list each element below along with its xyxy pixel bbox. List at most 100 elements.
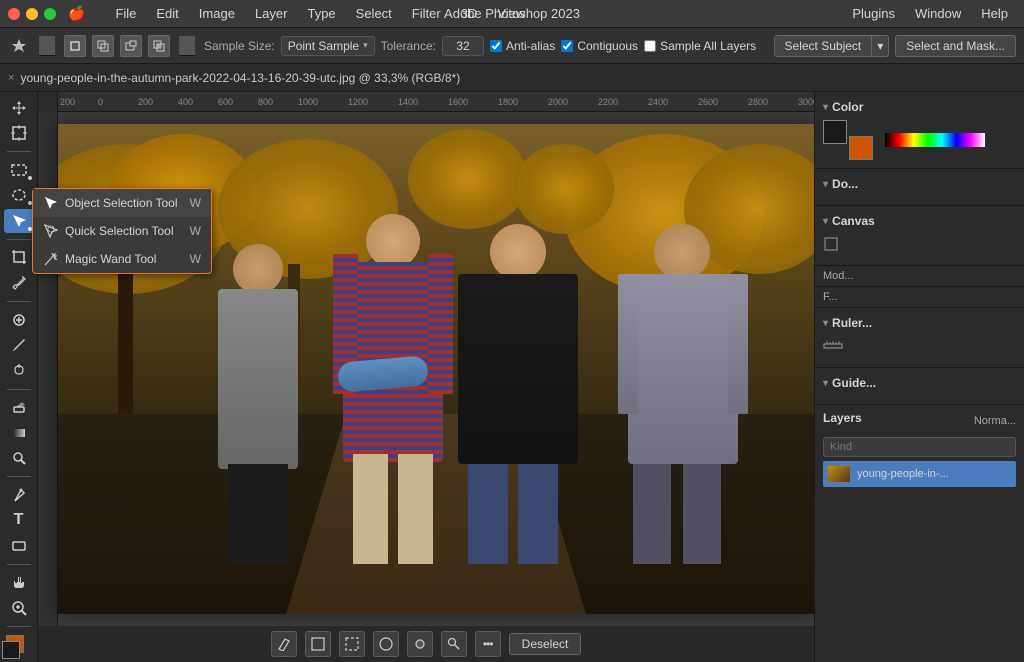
sample-all-checkbox[interactable] [644, 40, 656, 52]
canvas-header[interactable]: ▾ Canvas [823, 214, 1016, 228]
apple-logo-icon[interactable]: 🍎 [68, 5, 85, 22]
select-subject-button[interactable]: Select Subject [775, 36, 872, 56]
color-spectrum[interactable] [885, 133, 985, 147]
object-selection-shortcut: W [190, 196, 201, 210]
color-arrow-icon: ▾ [823, 102, 828, 113]
left-toolbar: T [0, 92, 38, 662]
quick-selection-flyout-label: Quick Selection Tool [65, 224, 174, 238]
main-area: T 200 0 200 400 600 800 1000 [0, 92, 1024, 662]
guides-arrow-icon: ▾ [823, 378, 828, 389]
object-selection-flyout-label: Object Selection Tool [65, 196, 178, 210]
pen-tool-btn[interactable] [4, 483, 34, 507]
anti-alias-checkbox[interactable] [490, 40, 502, 52]
properties-arrow-icon: ▾ [823, 179, 828, 190]
menu-edit[interactable]: Edit [148, 4, 186, 23]
canvas-bottom-bar: ••• Deselect [38, 626, 814, 662]
clone-tool-btn[interactable] [4, 359, 34, 383]
pencil-tool-btn[interactable] [271, 631, 297, 657]
right-panel: ▾ Color ▾ Do... ▾ Canvas [814, 92, 1024, 662]
hand-tool-btn[interactable] [4, 571, 34, 595]
layers-title: Layers [823, 411, 862, 425]
zoom-tool-btn[interactable] [4, 596, 34, 620]
menu-file[interactable]: File [107, 4, 144, 23]
magic-btn[interactable] [441, 631, 467, 657]
text-tool-btn[interactable]: T [4, 509, 34, 533]
color-panel-header[interactable]: ▾ Color [823, 100, 1016, 114]
rulers-panel: ▾ Ruler... [815, 308, 1024, 368]
eraser-tool-btn[interactable] [4, 395, 34, 419]
menu-select[interactable]: Select [348, 4, 400, 23]
select-and-mask-button[interactable]: Select and Mask... [895, 35, 1016, 57]
sample-all-group: Sample All Layers [644, 39, 756, 53]
options-bar: Sample Size: Point Sample ▾ Tolerance: A… [0, 28, 1024, 64]
menu-plugins[interactable]: Plugins [844, 4, 903, 23]
canvas-title: Canvas [832, 214, 875, 228]
contiguous-group: Contiguous [561, 39, 638, 53]
menu-window[interactable]: Window [907, 4, 969, 23]
marquee-tool-btn[interactable] [4, 158, 34, 182]
rulers-header[interactable]: ▾ Ruler... [823, 316, 1016, 330]
tolerance-input[interactable] [442, 36, 484, 56]
object-selection-flyout-item[interactable]: Object Selection Tool W [33, 189, 211, 217]
magic-wand-flyout-item[interactable]: Magic Wand Tool W [33, 245, 211, 273]
guides-header[interactable]: ▾ Guide... [823, 376, 1016, 390]
fg-color-swatch[interactable] [823, 120, 847, 144]
toolbar-sep-2 [7, 239, 31, 240]
sample-all-label: Sample All Layers [660, 39, 756, 53]
foreground-color-swatch[interactable] [2, 641, 20, 659]
menu-layer[interactable]: Layer [247, 4, 296, 23]
separator-2 [179, 36, 195, 56]
tool-options-icon[interactable] [8, 35, 30, 57]
mode-intersect-btn[interactable] [148, 35, 170, 57]
quick-selection-flyout-item[interactable]: Quick Selection Tool W [33, 217, 211, 245]
toolbar-sep-6 [7, 564, 31, 565]
heal-tool-btn[interactable] [4, 308, 34, 332]
magic-wand-flyout-label: Magic Wand Tool [65, 252, 156, 266]
mode-add-btn[interactable] [92, 35, 114, 57]
feather-btn[interactable] [373, 631, 399, 657]
deselect-button[interactable]: Deselect [509, 633, 582, 655]
tab-close-button[interactable]: × [8, 72, 14, 84]
properties-header[interactable]: ▾ Do... [823, 177, 1016, 191]
eyedropper-tool-btn[interactable] [4, 271, 34, 295]
menu-bar: 🍎 File Edit Image Layer Type Select Filt… [0, 0, 1024, 28]
layers-kind-search[interactable] [823, 437, 1016, 457]
mode-label: Mod... [823, 270, 854, 282]
canvas-area: 200 0 200 400 600 800 1000 1200 1400 160… [38, 92, 814, 662]
menu-image[interactable]: Image [191, 4, 243, 23]
properties-title: Do... [832, 177, 858, 191]
maximize-button[interactable] [44, 8, 56, 20]
select-rect-btn[interactable] [339, 631, 365, 657]
contiguous-label: Contiguous [577, 39, 638, 53]
refine-edge-btn[interactable] [407, 631, 433, 657]
brush-tool-btn[interactable] [4, 333, 34, 357]
mode-new-btn[interactable] [64, 35, 86, 57]
shape-tool-btn[interactable] [4, 534, 34, 558]
close-button[interactable] [8, 8, 20, 20]
dodge-tool-btn[interactable] [4, 447, 34, 471]
bg-color-swatch[interactable] [849, 136, 873, 160]
contiguous-checkbox[interactable] [561, 40, 573, 52]
move-tool-btn[interactable] [4, 96, 34, 120]
color-panel: ▾ Color [815, 92, 1024, 169]
rulers-arrow-icon: ▾ [823, 318, 828, 329]
more-options-btn[interactable]: ••• [475, 631, 501, 657]
menu-filter[interactable]: Filter [404, 4, 449, 23]
object-selection-tool-btn[interactable] [4, 209, 34, 233]
menu-help[interactable]: Help [973, 4, 1016, 23]
layer-item-0[interactable]: young-people-in-... [823, 461, 1016, 487]
color-swatches[interactable] [2, 635, 36, 662]
sample-size-dropdown[interactable]: Point Sample ▾ [281, 36, 375, 56]
f-section: F... [815, 287, 1024, 308]
minimize-button[interactable] [26, 8, 38, 20]
add-anchor-btn[interactable] [305, 631, 331, 657]
gradient-tool-btn[interactable] [4, 421, 34, 445]
artboard-tool-btn[interactable] [4, 122, 34, 146]
crop-tool-btn[interactable] [4, 246, 34, 270]
lasso-tool-btn[interactable] [4, 184, 34, 208]
mode-section: Mod... [815, 266, 1024, 287]
select-subject-dropdown[interactable]: ▾ [871, 36, 888, 56]
mode-subtract-btn[interactable] [120, 35, 142, 57]
object-selection-flyout-icon [43, 195, 59, 211]
menu-type[interactable]: Type [299, 4, 343, 23]
